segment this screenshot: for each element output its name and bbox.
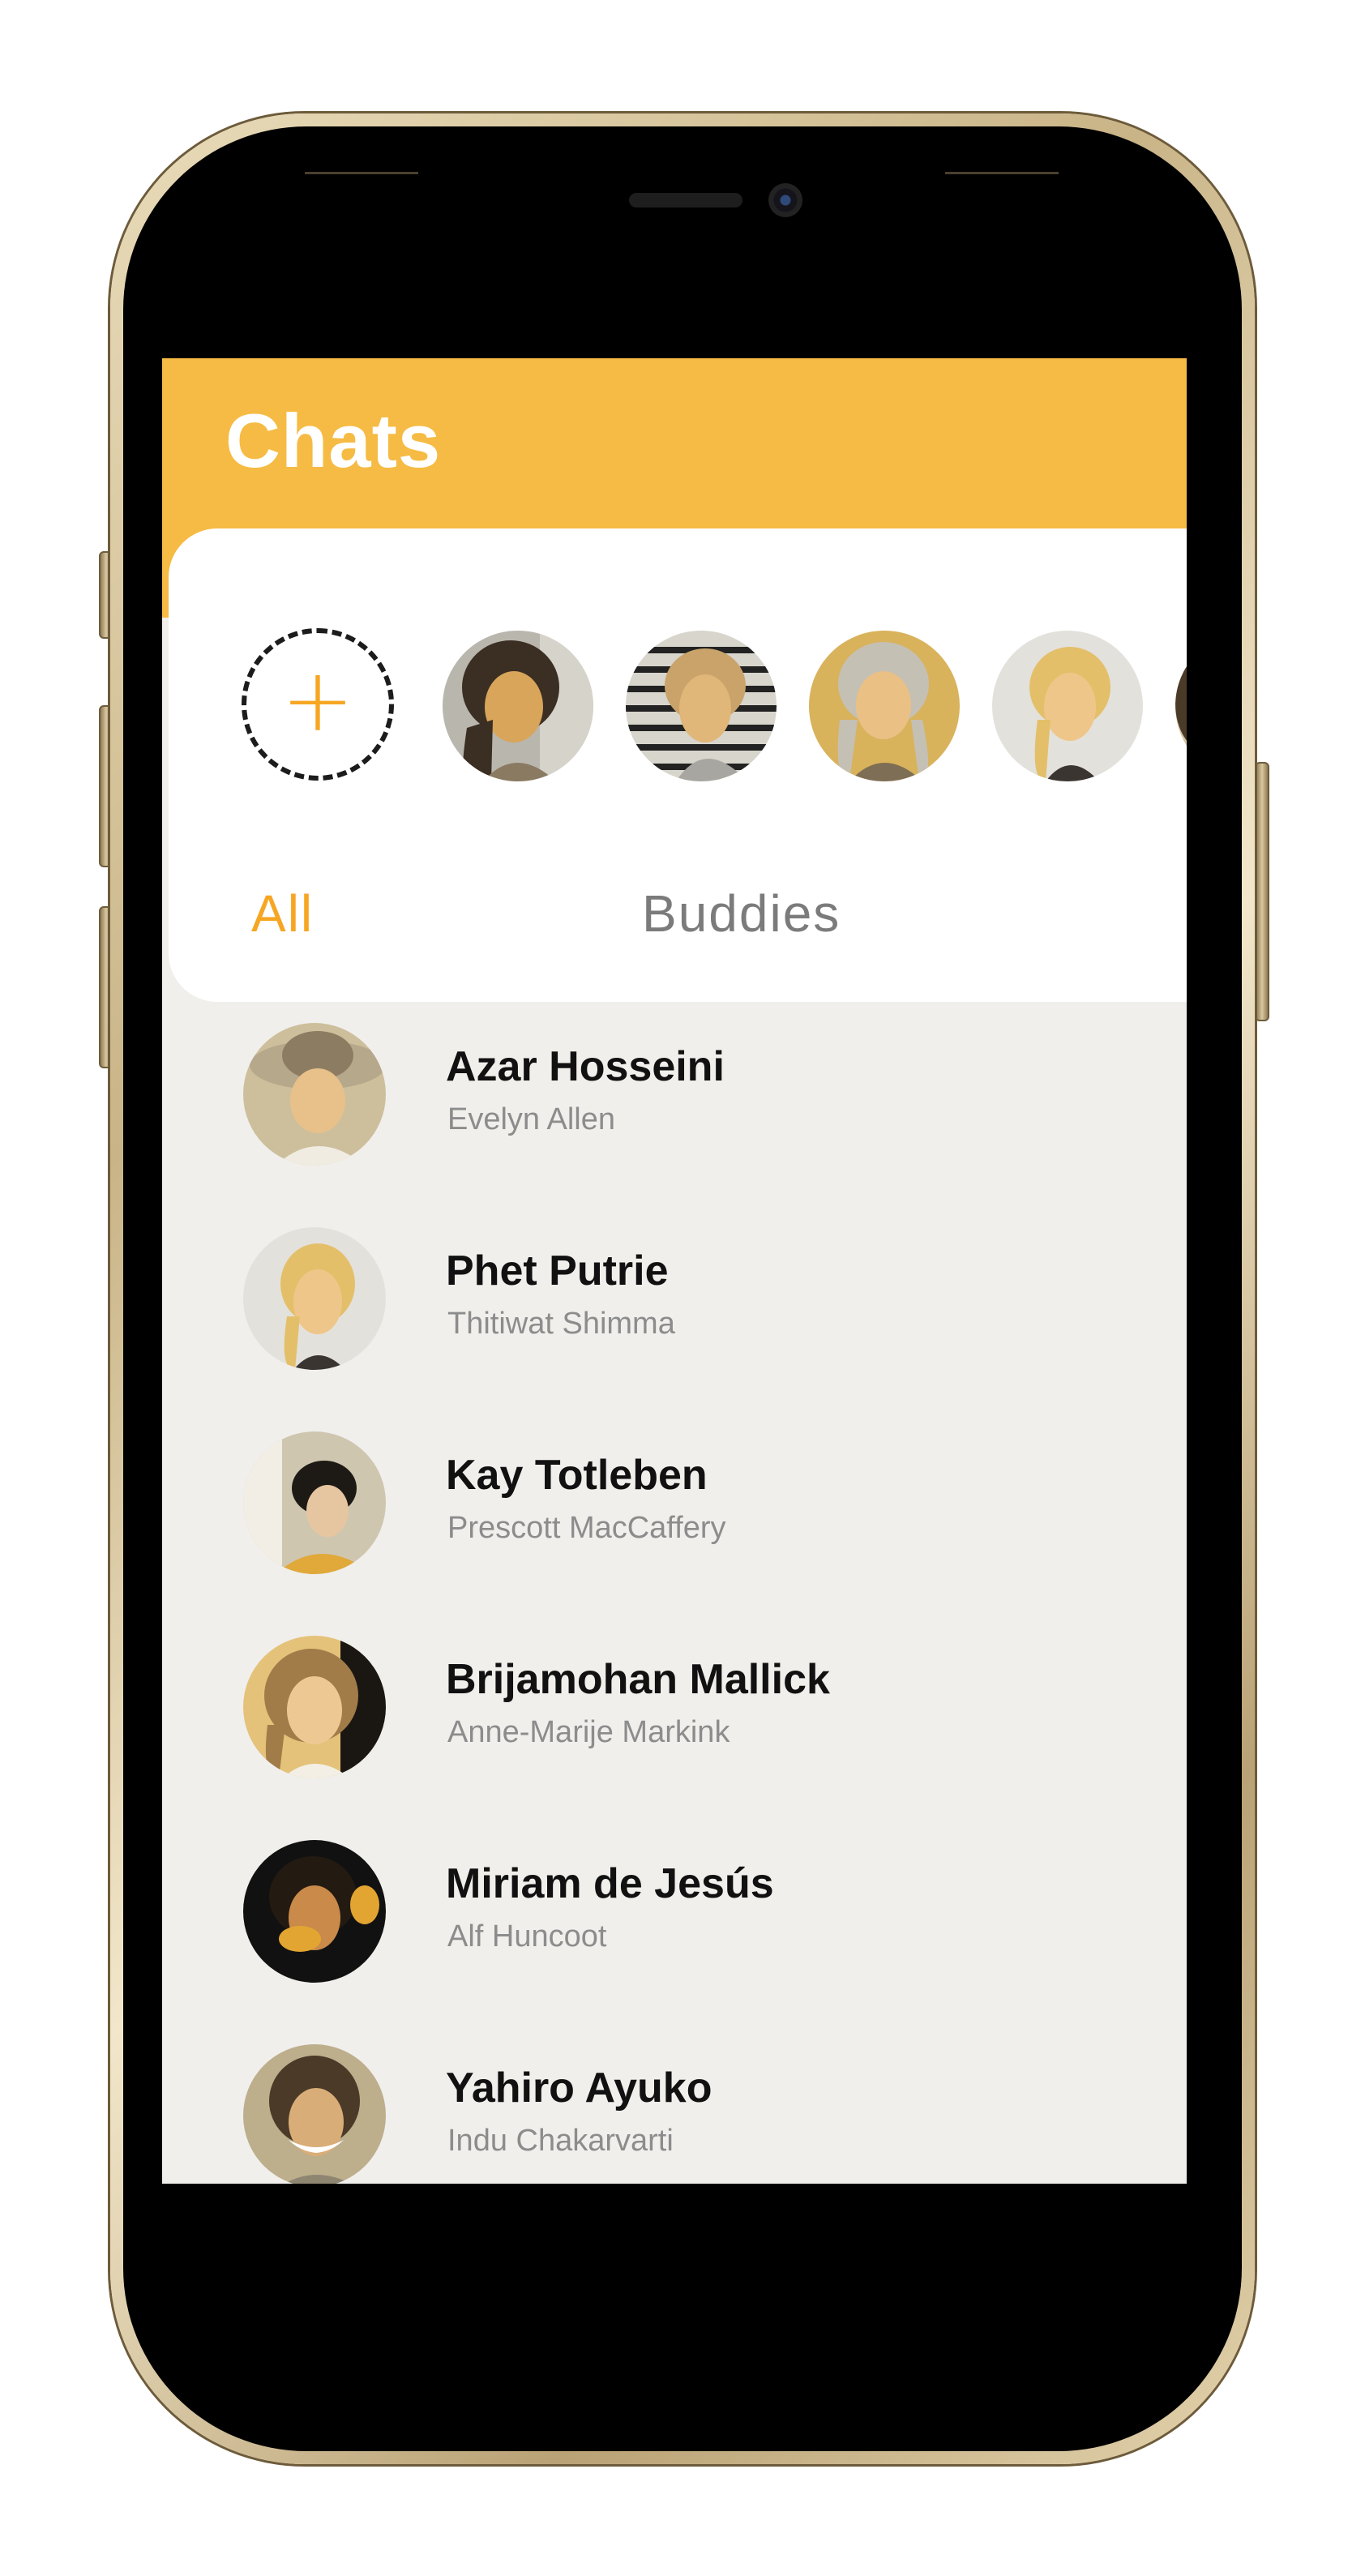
antenna-line	[945, 172, 1059, 174]
tab-all[interactable]: All	[251, 884, 314, 944]
chat-row[interactable]: Kay Totleben Prescott MacCaffery	[162, 1431, 1187, 1610]
chat-name: Kay Totleben	[446, 1452, 708, 1499]
chat-subtitle: Anne-Marije Markink	[447, 1715, 730, 1749]
chat-subtitle: Indu Chakarvarti	[447, 2124, 674, 2158]
chat-name: Azar Hosseini	[446, 1043, 725, 1090]
avatar	[243, 2044, 386, 2184]
earpiece-speaker	[629, 193, 742, 208]
avatar-photo	[243, 1636, 386, 1778]
app-screen: Chats + All Buddies Azar Hosseini Evelyn…	[162, 358, 1187, 2184]
avatar-photo	[243, 1431, 386, 1574]
plus-icon: +	[280, 650, 355, 751]
avatar-photo	[809, 631, 960, 781]
story-avatar[interactable]	[443, 631, 593, 781]
chat-row[interactable]: Brijamohan Mallick Anne-Marije Markink	[162, 1636, 1187, 1814]
avatar	[243, 1227, 386, 1370]
front-camera	[768, 183, 802, 217]
chat-row[interactable]: Azar Hosseini Evelyn Allen	[162, 1023, 1187, 1201]
avatar-photo	[992, 631, 1143, 781]
avatar	[243, 1840, 386, 1983]
story-avatar[interactable]	[809, 631, 960, 781]
chat-subtitle: Alf Huncoot	[447, 1919, 607, 1953]
avatar	[243, 1431, 386, 1574]
stage: Chats + All Buddies Azar Hosseini Evelyn…	[0, 0, 1365, 2576]
avatar-photo	[243, 1840, 386, 1983]
avatar-photo	[243, 1227, 386, 1370]
chat-name: Brijamohan Mallick	[446, 1656, 830, 1703]
story-avatar[interactable]	[626, 631, 777, 781]
story-avatar[interactable]	[992, 631, 1143, 781]
avatar-photo	[243, 2044, 386, 2184]
chat-subtitle: Evelyn Allen	[447, 1102, 616, 1136]
tab-buddies[interactable]: Buddies	[642, 884, 841, 944]
avatar-photo	[443, 631, 593, 781]
chat-row[interactable]: Phet Putrie Thitiwat Shimma	[162, 1227, 1187, 1406]
add-story-button[interactable]: +	[242, 628, 394, 781]
power-button[interactable]	[1255, 762, 1269, 1021]
avatar	[243, 1023, 386, 1166]
chat-row[interactable]: Miriam de Jesús Alf Huncoot	[162, 1840, 1187, 2018]
avatar-photo	[243, 1023, 386, 1166]
page-title: Chats	[225, 398, 442, 483]
chat-subtitle: Thitiwat Shimma	[447, 1307, 675, 1341]
avatar	[243, 1636, 386, 1778]
chat-name: Miriam de Jesús	[446, 1860, 774, 1907]
chat-row[interactable]: Yahiro Ayuko Indu Chakarvarti	[162, 2044, 1187, 2184]
chat-subtitle: Prescott MacCaffery	[447, 1511, 726, 1545]
antenna-line	[305, 172, 418, 174]
avatar-photo	[626, 631, 777, 781]
chat-name: Phet Putrie	[446, 1247, 669, 1294]
chat-name: Yahiro Ayuko	[446, 2065, 712, 2112]
